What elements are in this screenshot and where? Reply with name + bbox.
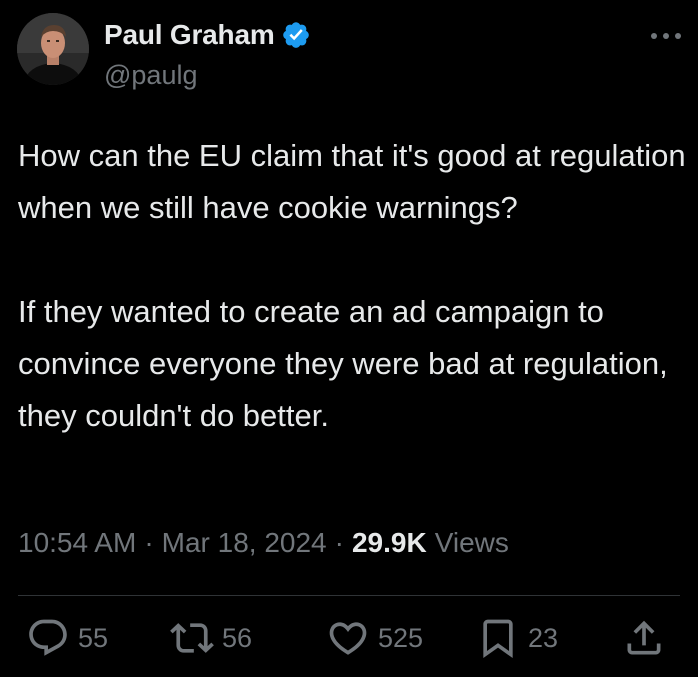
tweet: Paul Graham @paulg How can the EU claim … [0, 0, 698, 677]
meta-separator: · [334, 527, 344, 558]
reply-count: 55 [78, 622, 109, 653]
bookmark-count: 23 [528, 622, 559, 653]
repost-count: 56 [222, 622, 253, 653]
tweet-text: How can the EU claim that it's good at r… [18, 130, 688, 442]
views-label: Views [434, 527, 509, 558]
author-name-row: Paul Graham [104, 18, 311, 52]
heart-icon [329, 622, 367, 655]
divider [18, 595, 680, 596]
like-count: 525 [378, 622, 424, 653]
verified-badge-icon[interactable] [281, 20, 311, 50]
more-horizontal-icon[interactable] [646, 26, 686, 46]
tweet-date[interactable]: Mar 18, 2024 [162, 527, 327, 559]
action-bar: 55 56 525 23 [0, 612, 698, 668]
tweet-paragraph: If they wanted to create an ad campaign … [18, 294, 668, 433]
repost-icon [170, 623, 214, 653]
avatar-image [17, 13, 89, 85]
tweet-meta: 10:54 AM · Mar 18, 2024 · 29.9K Views [18, 527, 509, 559]
share-icon [627, 620, 661, 655]
bookmark-button[interactable]: 23 [476, 612, 558, 664]
author-handle[interactable]: @paulg [104, 60, 197, 91]
meta-separator: · [144, 527, 154, 558]
avatar[interactable] [17, 13, 89, 85]
author-display-name[interactable]: Paul Graham [104, 19, 275, 51]
like-button[interactable]: 525 [326, 612, 423, 664]
reply-button[interactable]: 55 [26, 612, 108, 664]
views-count: 29.9K [351, 527, 427, 558]
repost-button[interactable]: 56 [170, 612, 252, 664]
bookmark-icon [483, 619, 513, 659]
reply-icon [29, 619, 67, 656]
share-button[interactable] [622, 612, 666, 664]
tweet-paragraph: How can the EU claim that it's good at r… [18, 138, 686, 225]
tweet-time[interactable]: 10:54 AM [18, 527, 136, 559]
